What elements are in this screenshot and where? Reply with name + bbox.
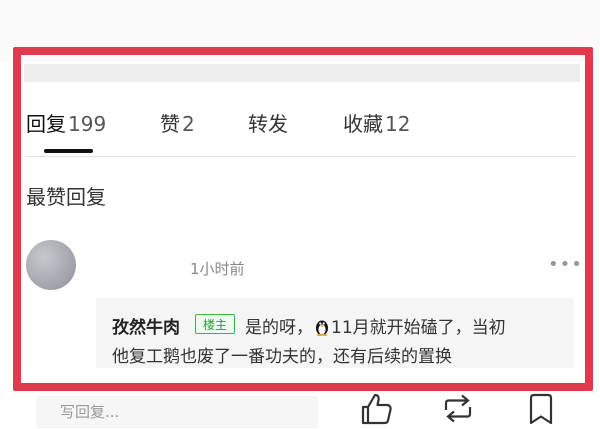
repost-icon[interactable] xyxy=(440,392,476,425)
reply-input[interactable]: 写回复... xyxy=(36,396,318,428)
like-icon[interactable] xyxy=(358,392,394,425)
reply-placeholder: 写回复... xyxy=(60,403,120,421)
bookmark-icon[interactable] xyxy=(523,392,559,425)
highlight-frame xyxy=(13,47,593,391)
